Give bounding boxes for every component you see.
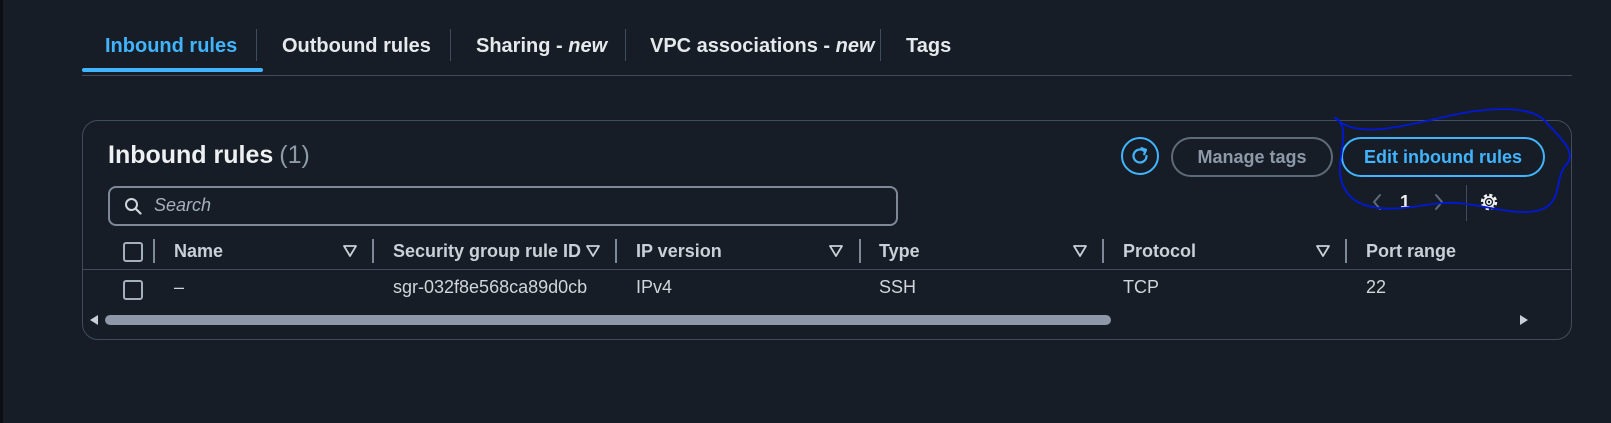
current-page-number[interactable]: 1 bbox=[1400, 192, 1410, 213]
cell-rule-id: sgr-032f8e568ca89d0cb bbox=[393, 277, 588, 297]
tab-label: VPC associations - bbox=[650, 35, 836, 57]
tab-divider bbox=[880, 29, 881, 61]
cell-name: – bbox=[174, 277, 185, 297]
scrollbar-thumb[interactable] bbox=[105, 315, 1111, 325]
edit-inbound-rules-label: Edit inbound rules bbox=[1364, 146, 1522, 167]
search-placeholder: Search bbox=[154, 195, 212, 215]
tab-label: Sharing - bbox=[476, 35, 569, 57]
chevron-right-icon[interactable] bbox=[1433, 193, 1445, 211]
caret-down-icon[interactable] bbox=[586, 245, 600, 257]
column-separator[interactable] bbox=[1345, 239, 1347, 263]
caret-down-icon[interactable] bbox=[1073, 245, 1087, 257]
tab-divider bbox=[256, 29, 257, 61]
tab-bar: Inbound rules Outbound rules Sharing - n… bbox=[82, 0, 1572, 76]
tab-label: Tags bbox=[906, 35, 952, 57]
panel-title-text: Inbound rules bbox=[108, 141, 274, 169]
chevron-left-icon[interactable] bbox=[1371, 193, 1383, 211]
select-all-checkbox[interactable] bbox=[123, 242, 143, 262]
column-header-type[interactable]: Type bbox=[879, 241, 920, 262]
tab-sharing[interactable]: Sharing - new bbox=[476, 32, 607, 60]
rule-count: (1) bbox=[279, 141, 310, 169]
column-header-ip-version[interactable]: IP version bbox=[636, 241, 722, 262]
tab-label: Outbound rules bbox=[282, 35, 431, 57]
panel-title: Inbound rules (1) bbox=[108, 141, 310, 170]
column-header-protocol[interactable]: Protocol bbox=[1123, 241, 1196, 262]
active-tab-indicator bbox=[82, 68, 263, 72]
tab-vpc-associations[interactable]: VPC associations - new bbox=[650, 32, 875, 60]
inbound-rules-panel: Inbound rules (1) Manage tags Edit inboun… bbox=[82, 120, 1572, 340]
scroll-left-arrow-icon[interactable] bbox=[89, 315, 99, 325]
column-header-rule-id[interactable]: Security group rule ID bbox=[393, 241, 581, 262]
scroll-right-arrow-icon[interactable] bbox=[1519, 315, 1529, 325]
column-separator[interactable] bbox=[859, 239, 861, 263]
caret-down-icon[interactable] bbox=[1316, 245, 1330, 257]
column-separator[interactable] bbox=[1102, 239, 1104, 263]
search-field[interactable]: Search bbox=[108, 186, 898, 226]
refresh-button[interactable] bbox=[1121, 137, 1159, 175]
new-badge: new bbox=[835, 35, 875, 57]
tab-label: Inbound rules bbox=[105, 35, 238, 57]
edit-inbound-rules-button[interactable]: Edit inbound rules bbox=[1341, 137, 1545, 177]
manage-tags-button[interactable]: Manage tags bbox=[1171, 137, 1333, 177]
tab-divider bbox=[625, 29, 626, 61]
cell-type: SSH bbox=[879, 277, 917, 297]
manage-tags-label: Manage tags bbox=[1197, 146, 1307, 167]
new-badge: new bbox=[568, 35, 608, 57]
column-separator[interactable] bbox=[615, 239, 617, 263]
tab-inbound-rules[interactable]: Inbound rules bbox=[105, 32, 237, 60]
caret-down-icon[interactable] bbox=[343, 245, 357, 257]
column-header-name[interactable]: Name bbox=[174, 241, 223, 262]
gear-icon[interactable] bbox=[1478, 191, 1500, 213]
table-header: Name Security group rule ID IP version T… bbox=[83, 233, 1571, 270]
search-icon bbox=[125, 198, 142, 215]
table-row: – sgr-032f8e568ca89d0cb IPv4 SSH TCP 22 bbox=[83, 270, 1571, 310]
row-checkbox[interactable] bbox=[123, 280, 143, 300]
refresh-icon bbox=[1132, 147, 1148, 164]
cell-protocol: TCP bbox=[1123, 277, 1159, 297]
horizontal-scrollbar[interactable] bbox=[83, 311, 1571, 329]
cell-ip-version: IPv4 bbox=[636, 277, 673, 297]
tab-tags[interactable]: Tags bbox=[906, 32, 951, 60]
cell-port-range: 22 bbox=[1366, 277, 1387, 297]
tab-outbound-rules[interactable]: Outbound rules bbox=[282, 32, 431, 60]
column-header-port-range[interactable]: Port range bbox=[1366, 241, 1456, 262]
tab-divider bbox=[450, 29, 451, 61]
caret-down-icon[interactable] bbox=[829, 245, 843, 257]
pager-divider bbox=[1466, 185, 1467, 221]
column-separator bbox=[153, 239, 155, 263]
column-separator[interactable] bbox=[372, 239, 374, 263]
window-edge bbox=[0, 0, 3, 423]
